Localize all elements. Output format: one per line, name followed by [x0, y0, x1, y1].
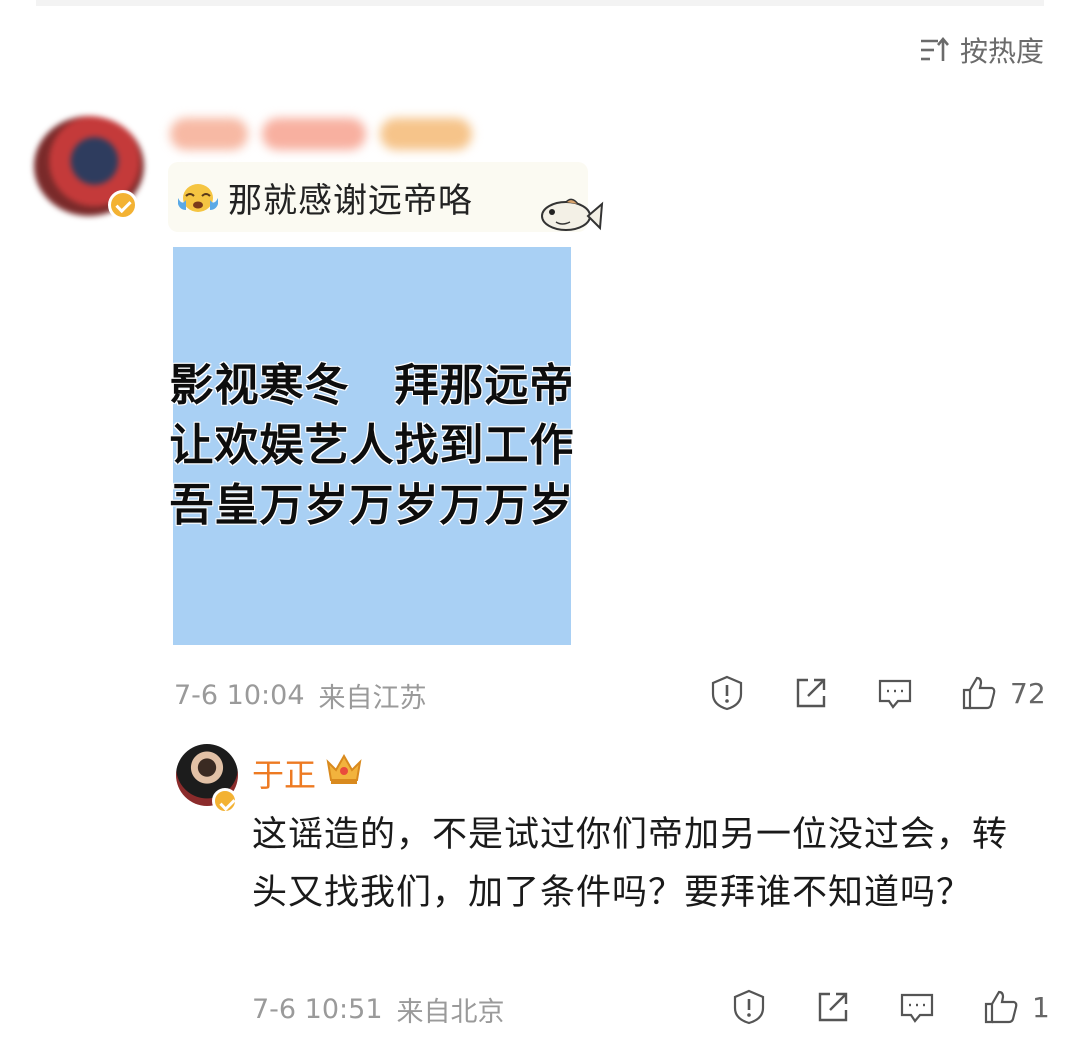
- sort-label: 按热度: [959, 35, 1044, 68]
- sort-by-hot-button[interactable]: 按热度: [918, 30, 1044, 70]
- meme-image[interactable]: 影视寒冬 拜那远帝 让欢娱艺人找到工作 吾皇万岁万岁万万岁: [170, 247, 574, 645]
- report-icon[interactable]: [708, 674, 746, 712]
- meme-line-3: 吾皇万岁万岁万万岁: [169, 480, 575, 531]
- verified-badge-icon: [212, 788, 238, 814]
- top-divider: [36, 0, 1044, 6]
- meme-line-1: 影视寒冬 拜那远帝: [169, 360, 575, 411]
- crown-icon: [326, 753, 362, 784]
- reply-text: 这谣造的，不是试过你们帝加另一位没过会，转头又找我们，加了条件吗？要拜谁不知道吗…: [252, 815, 1009, 913]
- comment-meta: 7-6 10:04 来自江苏: [174, 676, 427, 715]
- crying-face-emoji-icon: [178, 184, 218, 212]
- reply-location: 来自北京: [396, 997, 505, 1028]
- comment-text-row: 那就感谢远帝咯: [168, 162, 588, 232]
- meme-line-2: 让欢娱艺人找到工作: [169, 420, 575, 471]
- share-icon[interactable]: [792, 674, 830, 712]
- comment-action-bar: 72: [708, 674, 1046, 712]
- comment-text: 那就感谢远帝咯: [228, 180, 473, 221]
- commenter-name-blurred[interactable]: [170, 118, 472, 150]
- reply-action-bar: 1: [730, 988, 1050, 1026]
- like-count: 1: [1032, 990, 1050, 1024]
- comment-location: 来自江苏: [318, 683, 427, 714]
- reply-username[interactable]: 于正: [252, 750, 316, 796]
- like-icon[interactable]: [982, 988, 1020, 1026]
- fish-sticker-icon: [541, 198, 604, 231]
- share-icon[interactable]: [814, 988, 852, 1026]
- comment-icon[interactable]: [876, 674, 914, 712]
- like-count: 72: [1010, 676, 1046, 710]
- verified-badge-icon: [108, 190, 138, 220]
- comment-icon[interactable]: [898, 988, 936, 1026]
- like-icon[interactable]: [960, 674, 998, 712]
- reply-meta: 7-6 10:51 来自北京: [252, 990, 505, 1029]
- comment-time: 7-6 10:04: [174, 680, 305, 711]
- report-icon[interactable]: [730, 988, 768, 1026]
- reply-time: 7-6 10:51: [252, 994, 383, 1025]
- sort-lines-icon: [920, 36, 949, 61]
